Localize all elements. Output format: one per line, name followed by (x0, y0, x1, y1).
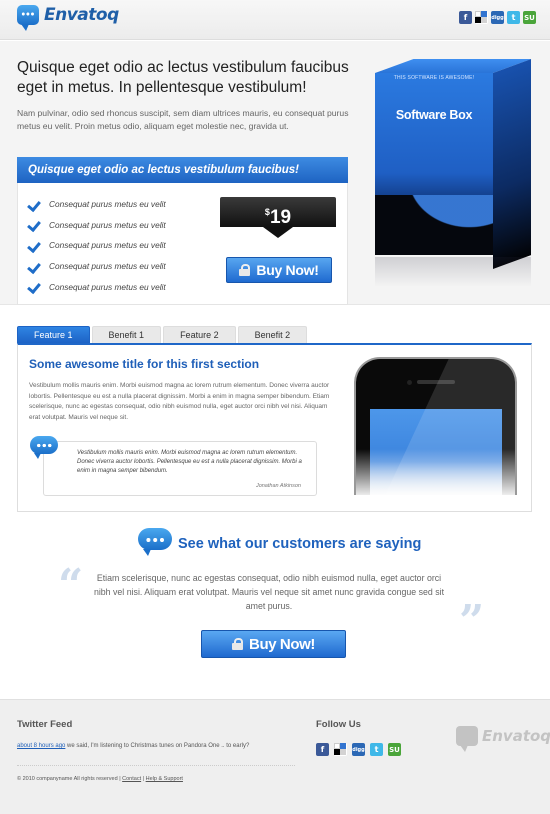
stumbleupon-icon[interactable]: SU (388, 743, 401, 756)
checkmark-icon (28, 281, 42, 292)
logo[interactable]: Envatoq (17, 5, 119, 31)
section-title: Some awesome title for this first sectio… (29, 357, 260, 371)
speech-bubble-icon (30, 436, 58, 459)
lock-icon (239, 264, 251, 276)
hero-title: Quisque eget odio ac lectus vestibulum f… (17, 59, 349, 96)
logo-text: Envatoq (44, 5, 119, 25)
tab-benefit-2[interactable]: Benefit 2 (237, 326, 308, 343)
checkmark-icon (28, 261, 42, 272)
divider (17, 765, 295, 766)
footer-social-links: f digg t SU (316, 743, 401, 756)
checkmark-icon (28, 240, 42, 251)
copyright: © 2010 companyname All rights reserved |… (17, 776, 183, 782)
list-item: Consequat purus metus eu velit (28, 215, 166, 236)
twitter-icon[interactable]: t (370, 743, 383, 756)
hero-section: Quisque eget odio ac lectus vestibulum f… (0, 41, 550, 305)
open-quote-icon: “ (58, 560, 84, 611)
phone-image (354, 357, 517, 495)
header-social-links: f digg t SU (459, 11, 536, 24)
facebook-icon[interactable]: f (459, 11, 472, 24)
help-support-link[interactable]: Help & Support (146, 776, 183, 782)
stumbleupon-icon[interactable]: SU (523, 11, 536, 24)
digg-icon[interactable]: digg (352, 743, 365, 756)
list-item: Consequat purus metus eu velit (28, 235, 166, 256)
checkmark-icon (28, 199, 42, 210)
delicious-icon[interactable] (334, 743, 347, 756)
feature-list: Consequat purus metus eu velit Consequat… (28, 194, 166, 297)
list-item: Consequat purus metus eu velit (28, 256, 166, 277)
checkmark-icon (28, 219, 42, 230)
testimonials-title: See what our customers are saying (178, 536, 422, 552)
hero-subtitle: Nam pulvinar, odio sed rhoncus suscipit,… (17, 108, 349, 131)
tweet-time-link[interactable]: about 8 hours ago (17, 743, 65, 749)
facebook-icon[interactable]: f (316, 743, 329, 756)
tab-bar: Feature 1 Benefit 1 Feature 2 Benefit 2 (17, 326, 308, 343)
tweet: about 8 hours ago we said, I'm listening… (17, 743, 250, 749)
tab-panel: Some awesome title for this first sectio… (17, 343, 532, 512)
quote-author: Jonathan Atkinson (255, 483, 301, 489)
price-tag-notch (263, 227, 293, 238)
buy-now-button[interactable]: Buy Now! (226, 257, 332, 283)
footer: Twitter Feed about 8 hours ago we said, … (0, 699, 550, 814)
testimonial-text: Etiam scelerisque, nunc ac egestas conse… (93, 573, 445, 611)
quote-text: Vestibulum mollis mauris enim. Morbi eui… (77, 450, 302, 474)
software-box-image: THIS SOFTWARE IS AWESOME! Software Box (375, 57, 535, 297)
features-bar-title: Quisque eget odio ac lectus vestibulum f… (17, 157, 348, 183)
digg-icon[interactable]: digg (491, 11, 504, 24)
lock-icon (232, 638, 244, 650)
list-item: Consequat purus metus eu velit (28, 276, 166, 297)
list-item: Consequat purus metus eu velit (28, 194, 166, 215)
speech-bubble-icon (138, 528, 172, 556)
quote-card: Vestibulum mollis mauris enim. Morbi eui… (30, 436, 317, 496)
twitter-feed-heading: Twitter Feed (17, 719, 73, 730)
features-box: Consequat purus metus eu velit Consequat… (17, 183, 348, 305)
twitter-icon[interactable]: t (507, 11, 520, 24)
software-box-name: Software Box (395, 108, 473, 122)
buy-now-button-large[interactable]: Buy Now! (201, 630, 346, 658)
tab-benefit-1[interactable]: Benefit 1 (91, 326, 162, 343)
tab-feature-2[interactable]: Feature 2 (163, 326, 236, 343)
software-box-tagline: THIS SOFTWARE IS AWESOME! (393, 75, 475, 81)
price-tag: $19 (220, 197, 336, 228)
footer-logo-text: Envatoq (482, 727, 550, 745)
close-quote-icon: ” (459, 596, 485, 647)
speech-bubble-icon (456, 726, 478, 752)
footer-logo[interactable]: Envatoq (456, 726, 550, 752)
follow-us-heading: Follow Us (316, 719, 361, 730)
section-body: Vestibulum mollis mauris enim. Morbi eui… (29, 382, 330, 421)
delicious-icon[interactable] (475, 11, 488, 24)
contact-link[interactable]: Contact (122, 776, 141, 782)
header: Envatoq f digg t SU (0, 0, 550, 40)
tab-feature-1[interactable]: Feature 1 (17, 326, 90, 343)
speech-bubble-icon (17, 5, 39, 31)
